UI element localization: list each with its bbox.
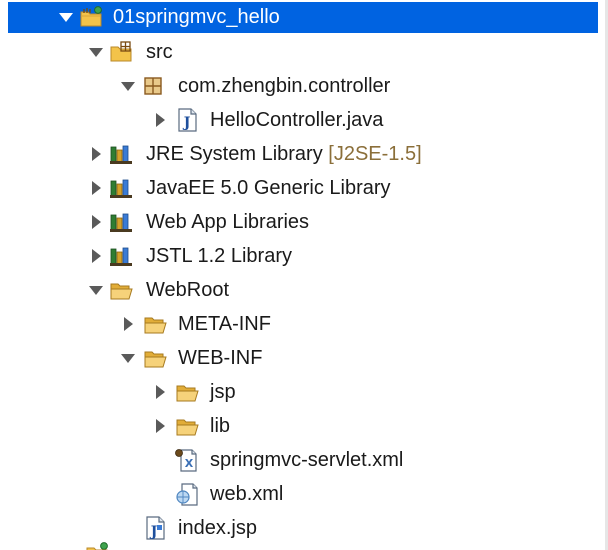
library-icon — [108, 209, 134, 235]
folder-icon — [174, 379, 200, 405]
tree-label-webroot: WebRoot — [146, 279, 230, 301]
package-icon — [140, 73, 166, 99]
chevron-down-icon[interactable] — [58, 9, 74, 25]
tree-row-javaee-library[interactable]: JavaEE 5.0 Generic Library — [0, 171, 608, 205]
tree-row-web-xml[interactable]: web.xml — [0, 477, 608, 511]
tree-row-web-inf[interactable]: WEB-INF — [0, 341, 608, 375]
java-file-icon: J — [174, 107, 200, 133]
tree-row-project[interactable]: 01springmvc_hello — [8, 2, 598, 33]
tree-row-jstl-library[interactable]: JSTL 1.2 Library — [0, 239, 608, 273]
tree-row-servlet-xml[interactable]: X springmvc-servlet.xml — [0, 443, 608, 477]
svg-text:J: J — [149, 524, 158, 540]
svg-text:X: X — [185, 457, 194, 470]
web-xml-icon — [174, 481, 200, 507]
project-folder-icon — [84, 540, 110, 550]
xml-file-icon: X — [174, 447, 200, 473]
tree-row-jsp-folder[interactable]: jsp — [0, 375, 608, 409]
tree-label-index-jsp: index.jsp — [178, 517, 257, 539]
tree-label-src: src — [146, 41, 173, 63]
chevron-down-icon[interactable] — [88, 282, 104, 298]
chevron-right-icon[interactable] — [152, 418, 168, 434]
tree-label-servlet-xml: springmvc-servlet.xml — [210, 449, 404, 471]
tree-label-javaee-library: JavaEE 5.0 Generic Library — [146, 177, 391, 199]
tree-label-jsp-folder: jsp — [210, 381, 236, 403]
folder-open-icon — [142, 345, 168, 371]
chevron-down-icon[interactable] — [88, 44, 104, 60]
chevron-right-icon[interactable] — [152, 112, 168, 128]
tree-row-jre-library[interactable]: JRE System Library [J2SE-1.5] — [0, 137, 608, 171]
jsp-file-icon: J — [142, 515, 168, 541]
tree-label-web-xml: web.xml — [210, 483, 284, 505]
chevron-right-icon[interactable] — [152, 384, 168, 400]
chevron-down-icon[interactable] — [120, 78, 136, 94]
tree-row-meta-inf[interactable]: META-INF — [0, 307, 608, 341]
chevron-right-icon[interactable] — [88, 180, 104, 196]
tree-label-lib-folder: lib — [210, 415, 231, 437]
folder-icon — [174, 413, 200, 439]
project-folder-icon — [78, 4, 104, 30]
tree-row-webapp-libraries[interactable]: Web App Libraries — [0, 205, 608, 239]
tree-label-jre-library: JRE System Library [J2SE-1.5] — [146, 143, 422, 165]
svg-text:J: J — [182, 115, 191, 131]
folder-icon — [142, 311, 168, 337]
tree-label-jstl-library: JSTL 1.2 Library — [146, 245, 292, 267]
tree-row-src[interactable]: src — [0, 35, 608, 69]
project-explorer-tree: 01springmvc_hello src com.zhengbin.contr… — [0, 0, 608, 550]
tree-row-hello-controller[interactable]: J HelloController.java — [0, 103, 608, 137]
chevron-right-icon[interactable] — [88, 214, 104, 230]
tree-label-hello-controller: HelloController.java — [210, 109, 384, 131]
chevron-down-icon[interactable] — [120, 350, 136, 366]
library-icon — [108, 175, 134, 201]
tree-label-meta-inf: META-INF — [178, 313, 271, 335]
chevron-right-icon[interactable] — [120, 316, 136, 332]
tree-label-webapp-libraries: Web App Libraries — [146, 211, 310, 233]
tree-row-webroot[interactable]: WebRoot — [0, 273, 608, 307]
tree-label-package: com.zhengbin.controller — [178, 75, 391, 97]
tree-decoration-jre: [J2SE-1.5] — [328, 143, 422, 165]
chevron-right-icon[interactable] — [88, 248, 104, 264]
folder-open-icon — [108, 277, 134, 303]
tree-row-lib-folder[interactable]: lib — [0, 409, 608, 443]
tree-row-package[interactable]: com.zhengbin.controller — [0, 69, 608, 103]
source-folder-icon — [108, 39, 134, 65]
chevron-right-icon[interactable] — [88, 146, 104, 162]
tree-label-project: 01springmvc_hello — [113, 6, 280, 28]
tree-label-web-inf: WEB-INF — [178, 347, 263, 369]
library-icon — [108, 141, 134, 167]
library-icon — [108, 243, 134, 269]
